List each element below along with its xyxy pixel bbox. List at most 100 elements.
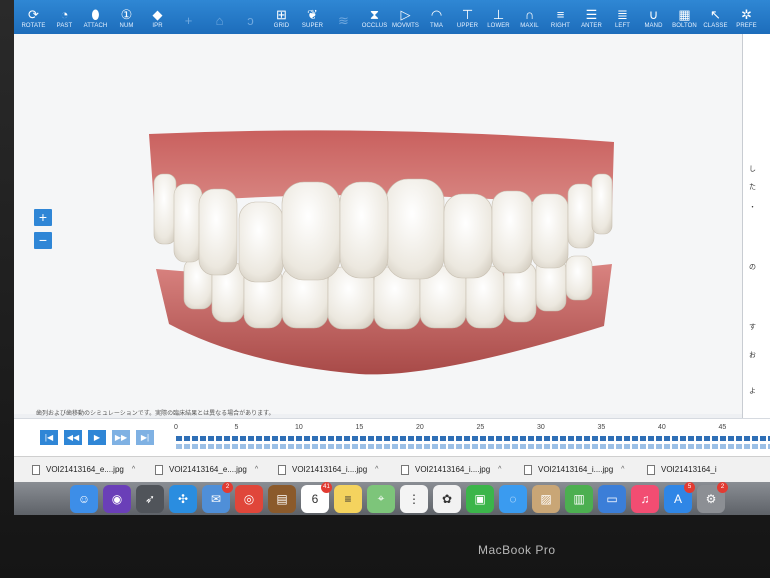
mail-icon[interactable]: ✉ 2 [202,481,233,513]
numbers-icon[interactable]: ▥ [565,484,593,513]
facetime-icon[interactable]: ▣ [466,484,494,513]
siri-icon[interactable]: ◉ [103,484,131,513]
zoom-out-button[interactable]: − [34,232,52,249]
notification-badge: 41 [321,481,332,493]
toolbar-button-lower[interactable]: ⊥ LOWER [483,0,514,34]
toolbar-button-tool-7[interactable]: ↄ [235,0,266,34]
calculator-icon: ▦ [678,7,691,22]
keynote-photos-icon[interactable]: ▨ [532,484,560,513]
lock-icon: ⌂ [215,13,224,28]
next-stage-button[interactable]: ▶▶ [112,430,130,445]
first-stage-button[interactable]: |◀ [40,430,58,445]
toolbar-button-bolton[interactable]: ▦ BOLTON [669,0,700,34]
play-button[interactable]: ▶ [88,430,106,445]
dock-glyph: ☺ [77,491,91,506]
safari-icon[interactable]: ✣ [169,484,197,513]
keynote-icon[interactable]: ▭ [598,484,626,513]
play-circle-icon: ▷ [400,7,411,22]
lower-stage-track[interactable] [176,444,770,449]
contacts-icon[interactable]: ▤ [268,484,296,513]
toolbar-button-anter[interactable]: ☰ ANTER [576,0,607,34]
lower-jaw-icon: ⊥ [492,7,505,22]
attach-icon: ⬮ [91,7,100,22]
upper-stage-track[interactable] [176,436,770,441]
toolbar-button-grid[interactable]: ⊞ GRID [266,0,297,34]
dental-model[interactable] [14,34,742,414]
download-item[interactable]: VOI21413164_e....jpg ^ [155,464,278,475]
toolbar-button-num[interactable]: ① NUM [111,0,142,34]
toolbar-button-prefe[interactable]: ✲ PREFE [731,0,762,34]
dock-glyph: ✣ [177,491,189,506]
arch-icon: ∩ [524,7,535,22]
toolbar-label: ANTER [581,23,602,29]
zoom-in-button[interactable]: + [34,209,52,226]
toolbar-label: SUPER [301,23,324,29]
toolbar-button-mand[interactable]: ∪ MAND [638,0,669,34]
toolbar-button-rotate[interactable]: ⟳ ROTATE [18,0,49,34]
photos-icon[interactable]: ✿ [433,484,461,513]
finder-icon[interactable]: ☺ [70,484,98,513]
toolbar-button-occlus[interactable]: ⧗ OCCLUS [359,0,390,34]
download-item[interactable]: VOI21413164_i [647,464,770,475]
side-panel-text: よ [749,388,756,395]
toolbar-label: MOVMTS [392,23,419,29]
toolbar-button-tool-5[interactable]: + [173,0,204,34]
right-view-icon: ≡ [556,7,565,22]
anterior-view-icon: ☰ [585,7,598,22]
toolbar-label: ATTACH [83,23,108,29]
timeline-tick-label: 0 [174,424,178,431]
toolbar-button-movmts[interactable]: ▷ MOVMTS [390,0,421,34]
download-item[interactable]: VOI21413164_i....jpg ^ [524,464,647,475]
toolbar-button-maxil[interactable]: ∩ MAXIL [514,0,545,34]
dock-glyph: ➶ [144,491,156,506]
download-item[interactable]: VOI21413164_i....jpg ^ [278,464,401,475]
toolbar-button-upper[interactable]: ⊤ UPPER [452,0,483,34]
side-panel-text: ・ [749,204,756,211]
file-icon [155,464,163,475]
toolbar-button-ipr[interactable]: ◆ IPR [142,0,173,34]
chevron-up-icon[interactable]: ^ [255,466,258,473]
download-item[interactable]: VOI21413164_i....jpg ^ [401,464,524,475]
toolbar-button-left[interactable]: ≣ LEFT [607,0,638,34]
toolbar-button-classe[interactable]: ↖ CLASSE [700,0,731,34]
system-preferences-icon[interactable]: ⚙ 2 [697,481,728,513]
notes-icon[interactable]: ≡ [334,484,362,513]
reminders-icon[interactable]: ⋮ [400,484,428,513]
file-icon [401,464,409,475]
timeline-tick-label: 5 [234,424,239,431]
last-stage-button[interactable]: ▶| [136,430,154,445]
launchpad-icon[interactable]: ➶ [136,484,164,513]
dock-glyph: ♫ [640,491,650,506]
toolbar-button-attach[interactable]: ⬮ ATTACH [80,0,111,34]
dock-glyph: ▣ [474,491,486,506]
toolbar-label: CLASSE [703,23,728,29]
itunes-icon[interactable]: ♫ [631,484,659,513]
maps-icon[interactable]: ⌖ [367,484,395,513]
toolbar-button-super[interactable]: ❦ SUPER [297,0,328,34]
3d-viewport[interactable]: + − [14,34,742,414]
file-icon [32,464,40,475]
side-panel-text: た [749,184,756,191]
toolbar-button-right[interactable]: ≡ RIGHT [545,0,576,34]
calendar-icon[interactable]: 6 41 [301,481,332,513]
previous-stage-button[interactable]: ◀◀ [64,430,82,445]
app-store-icon[interactable]: A5 [664,481,695,513]
timeline-tick-label: 25 [476,424,485,431]
dock-glyph: ≡ [344,491,352,506]
toolbar-label: BOLTON [672,23,697,29]
chevron-up-icon[interactable]: ^ [132,466,135,473]
toolbar-button-tma[interactable]: ◠ TMA [421,0,452,34]
chevron-up-icon[interactable]: ^ [375,466,378,473]
download-filename: VOI21413164_i [661,465,717,474]
download-item[interactable]: VOI21413164_e....jpg ^ [32,464,155,475]
messages-icon[interactable]: ◌ [499,484,527,513]
stage-timeline: |◀ ◀◀ ▶ ▶▶ ▶| 0 5 10 15 20 25 30 35 40 45 [14,418,770,456]
chrome-icon[interactable]: ◎ [235,484,263,513]
chevron-up-icon[interactable]: ^ [498,466,501,473]
toolbar-button-tool-10[interactable]: ≋ [328,0,359,34]
chevron-up-icon[interactable]: ^ [621,466,624,473]
plus-icon: + [184,13,193,28]
toolbar-button-past[interactable]: ◔ PAST [49,0,80,34]
toolbar-button-tool-6[interactable]: ⌂ [204,0,235,34]
occlusion-icon: ⧗ [369,7,380,22]
